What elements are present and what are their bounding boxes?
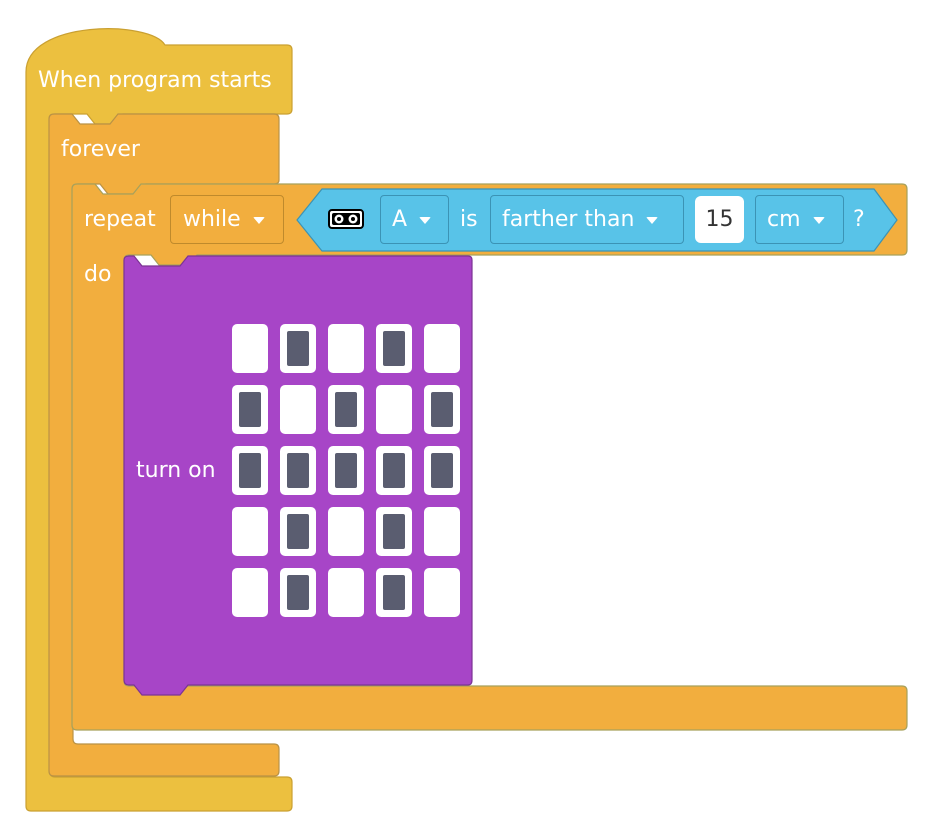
led-cell-r1-c5[interactable] [424,324,460,373]
led-cell-r2-c1[interactable] [232,385,268,434]
is-label: is [460,207,478,232]
led-cell-r3-c1[interactable] [232,446,268,495]
repeat-label: repeat [84,207,156,232]
sensor-port-value: A [392,207,408,232]
led-cell-r4-c2[interactable] [280,507,316,556]
distance-value-input[interactable]: 15 [695,196,744,243]
unit-dropdown[interactable]: cm [755,195,844,244]
repeat-mode-value: while [183,207,241,232]
led-cell-r4-c1[interactable] [232,507,268,556]
led-cell-r2-c3[interactable] [328,385,364,434]
led-cell-r1-c3[interactable] [328,324,364,373]
comparison-dropdown[interactable]: farther than [490,195,684,244]
led-cell-r1-c1[interactable] [232,324,268,373]
forever-label: forever [61,137,140,162]
led-cell-r5-c1[interactable] [232,568,268,617]
led-cell-r3-c4[interactable] [376,446,412,495]
led-cell-r4-c5[interactable] [424,507,460,556]
led-cell-r5-c2[interactable] [280,568,316,617]
led-cell-r5-c5[interactable] [424,568,460,617]
led-cell-r3-c5[interactable] [424,446,460,495]
block-canvas [25,28,908,812]
turn-on-label: turn on [136,458,216,483]
chevron-down-icon [252,217,265,224]
led-cell-r2-c2[interactable] [280,385,316,434]
question-mark-label: ? [853,207,865,232]
led-cell-r1-c4[interactable] [376,324,412,373]
repeat-mode-dropdown[interactable]: while [170,195,284,244]
led-cell-r4-c3[interactable] [328,507,364,556]
led-cell-r4-c4[interactable] [376,507,412,556]
chevron-down-icon [812,217,825,224]
comparison-value: farther than [502,207,635,232]
led-cell-r2-c4[interactable] [376,385,412,434]
led-cell-r2-c5[interactable] [424,385,460,434]
chevron-down-icon [419,217,432,224]
chevron-down-icon [646,217,659,224]
sensor-port-dropdown[interactable]: A [380,195,449,244]
distance-sensor-icon [328,209,364,229]
led-cell-r1-c2[interactable] [280,324,316,373]
when-program-starts-label: When program starts [38,68,272,93]
led-cell-r3-c2[interactable] [280,446,316,495]
do-label: do [84,262,112,287]
led-cell-r5-c4[interactable] [376,568,412,617]
unit-value: cm [767,207,801,232]
led-cell-r5-c3[interactable] [328,568,364,617]
led-cell-r3-c3[interactable] [328,446,364,495]
